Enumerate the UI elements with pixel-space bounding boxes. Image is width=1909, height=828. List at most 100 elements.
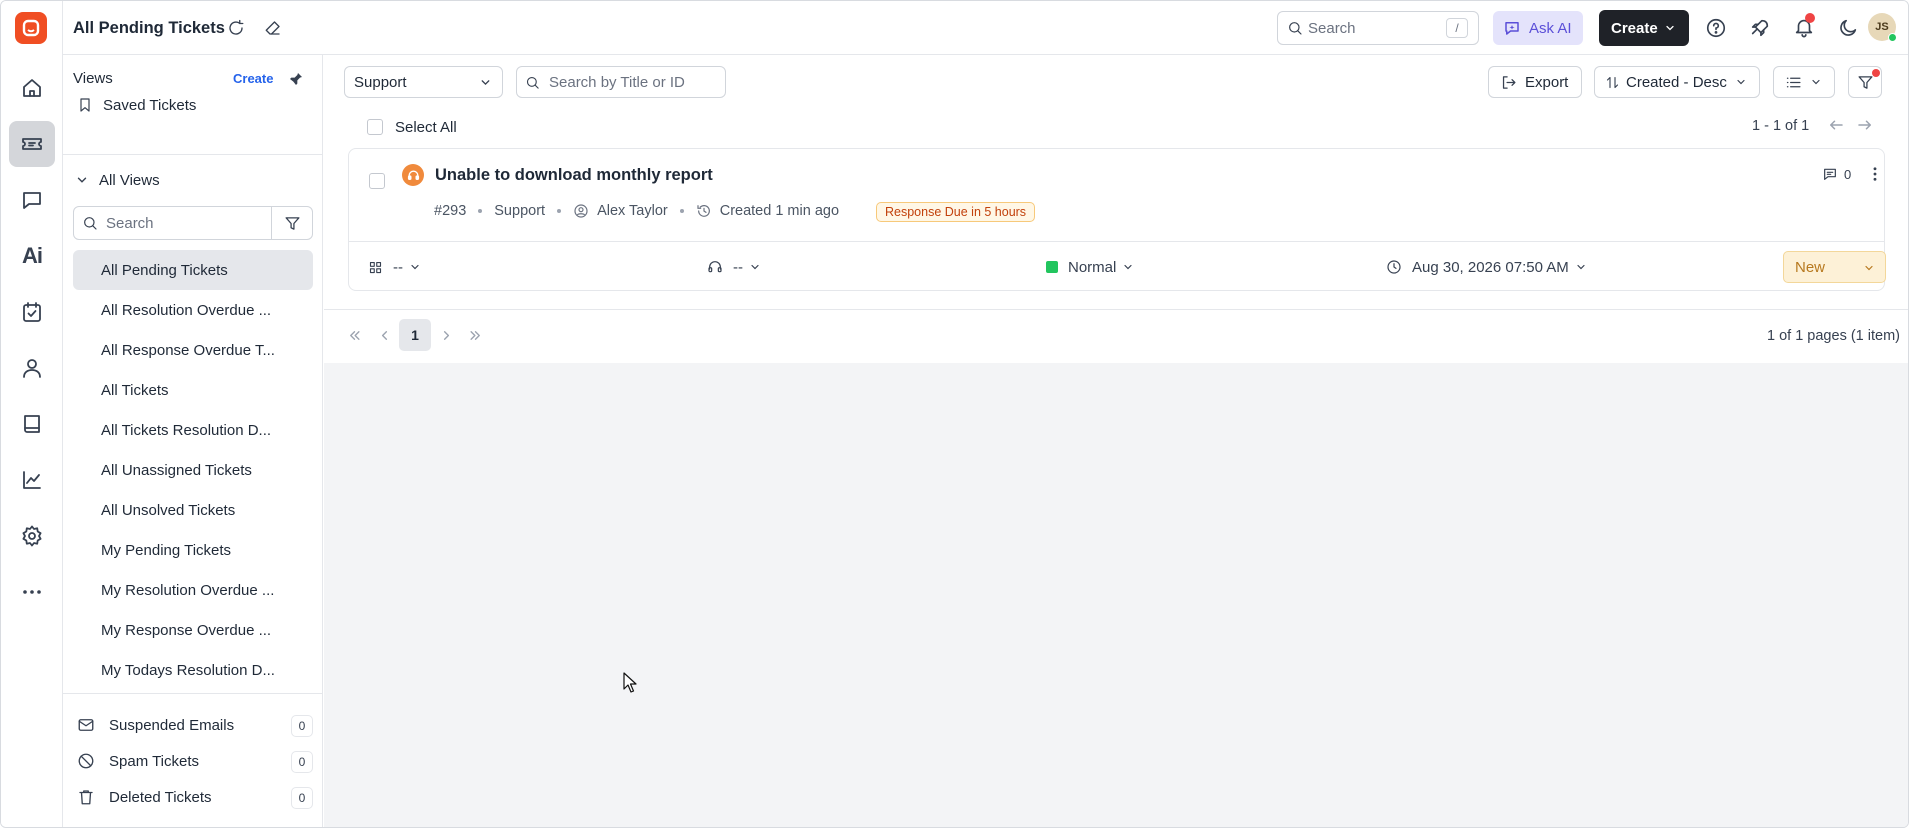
last-page-icon[interactable] xyxy=(459,319,491,351)
view-item-all-resolution-overdue[interactable]: All Resolution Overdue ... xyxy=(73,290,313,330)
tickets-icon[interactable] xyxy=(9,121,55,167)
view-mode-button[interactable] xyxy=(1773,66,1835,98)
status-select[interactable]: New xyxy=(1783,251,1886,283)
rocket-icon[interactable] xyxy=(1749,17,1771,39)
history-icon xyxy=(696,203,712,219)
range-label: 1 - 1 of 1 xyxy=(1752,118,1810,134)
comments-count[interactable]: 0 xyxy=(1822,166,1851,182)
create-label: Create xyxy=(1611,19,1658,37)
saved-tickets-link[interactable]: Saved Tickets xyxy=(77,95,196,115)
chat-icon[interactable] xyxy=(9,177,55,223)
chevron-down-icon xyxy=(1863,262,1875,274)
view-item-my-todays-resolution-due[interactable]: My Todays Resolution D... xyxy=(73,650,313,690)
agent-value: -- xyxy=(733,258,743,276)
pin-icon[interactable] xyxy=(288,57,304,87)
brand-logo[interactable] xyxy=(15,12,47,44)
view-item-all-tickets[interactable]: All Tickets xyxy=(73,370,313,410)
sort-label: Created - Desc xyxy=(1626,73,1727,91)
previous-page-icon[interactable] xyxy=(368,319,400,351)
search-icon xyxy=(82,215,98,231)
filter-icon[interactable] xyxy=(284,215,301,232)
avatar-initials: JS xyxy=(1875,21,1889,33)
suspended-emails-link[interactable]: Suspended Emails 0 xyxy=(77,710,313,740)
arrow-left-icon[interactable] xyxy=(1827,116,1845,134)
reports-icon[interactable] xyxy=(9,457,55,503)
chevron-down-icon xyxy=(1810,76,1822,88)
chevron-down-icon xyxy=(1735,76,1747,88)
deleted-tickets-link[interactable]: Deleted Tickets 0 xyxy=(77,782,313,812)
search-icon xyxy=(525,75,540,90)
view-item-all-tickets-resolution-due[interactable]: All Tickets Resolution D... xyxy=(73,410,313,450)
eraser-icon[interactable] xyxy=(264,19,282,37)
ticket-card[interactable]: Unable to download monthly report #293 S… xyxy=(348,148,1886,291)
create-view-link[interactable]: Create xyxy=(233,71,273,86)
separator-dot xyxy=(679,209,684,213)
pagination-summary: 1 of 1 pages (1 item) xyxy=(1767,328,1900,344)
ticket-type-select[interactable]: -- xyxy=(368,251,421,283)
search-icon xyxy=(1287,20,1303,36)
trash-icon xyxy=(77,788,95,806)
ticket-meta-row: #293 Support Alex Taylor Created 1 min a… xyxy=(434,201,839,221)
views-search-placeholder: Search xyxy=(106,215,154,232)
export-button[interactable]: Export xyxy=(1488,66,1582,98)
separator-dot xyxy=(557,209,562,213)
spam-tickets-link[interactable]: Spam Tickets 0 xyxy=(77,746,313,776)
all-views-label: All Views xyxy=(99,171,160,189)
team-select[interactable]: Support xyxy=(344,66,503,98)
filter-button[interactable] xyxy=(1848,66,1882,98)
settings-gear-icon[interactable] xyxy=(9,513,55,559)
view-item-all-unassigned-tickets[interactable]: All Unassigned Tickets xyxy=(73,450,313,490)
sort-button[interactable]: Created - Desc xyxy=(1594,66,1760,98)
chevron-down-icon xyxy=(75,173,89,187)
arrow-right-icon[interactable] xyxy=(1856,116,1874,134)
help-icon[interactable] xyxy=(1705,17,1727,39)
chevron-down-icon xyxy=(409,261,421,273)
select-all-checkbox[interactable] xyxy=(367,119,383,135)
refresh-icon[interactable] xyxy=(227,19,245,37)
status-value: New xyxy=(1795,258,1826,276)
due-date-select[interactable]: Aug 30, 2026 07:50 AM xyxy=(1386,251,1587,283)
chevron-down-icon xyxy=(479,76,492,89)
search-placeholder: Search xyxy=(1308,20,1356,37)
app-rail: Ai xyxy=(1,1,63,827)
kebab-menu-icon[interactable] xyxy=(1866,165,1884,183)
page-title: All Pending Tickets xyxy=(73,19,225,37)
chevron-down-icon xyxy=(1122,261,1134,273)
views-search-input[interactable]: Search xyxy=(74,207,272,239)
view-item-all-response-overdue[interactable]: All Response Overdue T... xyxy=(73,330,313,370)
knowledge-base-icon[interactable] xyxy=(9,401,55,447)
priority-select[interactable]: Normal xyxy=(1046,251,1134,283)
views-sidebar: Views Create Saved Tickets All Views Sea… xyxy=(63,55,323,827)
ticket-checkbox[interactable] xyxy=(369,173,385,189)
create-button[interactable]: Create xyxy=(1599,10,1689,46)
card-divider xyxy=(349,241,1884,242)
view-item-all-unsolved-tickets[interactable]: All Unsolved Tickets xyxy=(73,490,313,530)
contacts-icon[interactable] xyxy=(9,345,55,391)
first-page-icon[interactable] xyxy=(338,319,370,351)
notifications-bell-icon[interactable] xyxy=(1793,13,1815,38)
page-number-button[interactable]: 1 xyxy=(399,319,431,351)
view-item-my-response-overdue[interactable]: My Response Overdue ... xyxy=(73,610,313,650)
global-search-input[interactable]: Search / xyxy=(1277,11,1479,45)
view-item-my-resolution-overdue[interactable]: My Resolution Overdue ... xyxy=(73,570,313,610)
all-views-toggle[interactable]: All Views xyxy=(75,169,160,191)
home-icon[interactable] xyxy=(9,65,55,111)
ai-sparkle-icon xyxy=(1503,19,1521,37)
list-view-icon xyxy=(1785,74,1802,91)
view-item-all-pending-tickets[interactable]: All Pending Tickets xyxy=(73,250,313,290)
agent-select[interactable]: -- xyxy=(707,251,761,283)
ticket-search-input[interactable]: Search by Title or ID xyxy=(516,66,726,98)
ai-icon[interactable]: Ai xyxy=(9,233,55,279)
dark-mode-moon-icon[interactable] xyxy=(1837,17,1859,39)
next-page-icon[interactable] xyxy=(430,319,462,351)
ticket-title[interactable]: Unable to download monthly report xyxy=(435,166,713,185)
view-item-my-pending-tickets[interactable]: My Pending Tickets xyxy=(73,530,313,570)
ask-ai-label: Ask AI xyxy=(1529,19,1572,37)
ticket-search-placeholder: Search by Title or ID xyxy=(549,74,685,91)
search-shortcut: / xyxy=(1446,18,1468,38)
tasks-icon[interactable] xyxy=(9,289,55,335)
avatar[interactable]: JS xyxy=(1868,13,1897,42)
ticket-team: Support xyxy=(494,203,546,219)
more-icon[interactable] xyxy=(9,569,55,615)
ask-ai-button[interactable]: Ask AI xyxy=(1493,11,1583,45)
